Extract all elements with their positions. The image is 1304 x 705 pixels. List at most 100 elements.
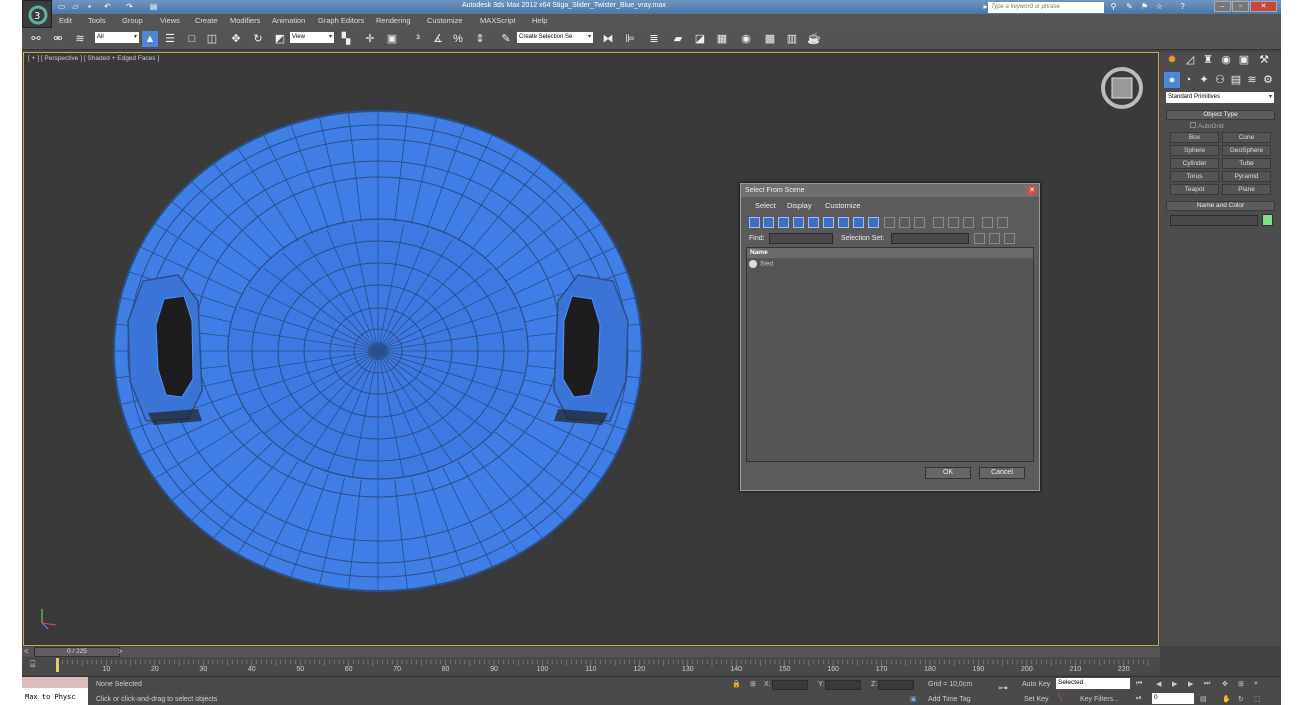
select-scale-icon[interactable]: ◩ — [272, 31, 288, 47]
display-spacewarps-icon[interactable] — [823, 217, 834, 228]
goto-start-icon[interactable]: ⏮ — [1136, 680, 1142, 688]
menu-views[interactable]: Views — [160, 16, 180, 25]
unlink-icon[interactable]: ⚮ — [50, 31, 66, 47]
select-object-icon[interactable]: ▲ — [142, 31, 158, 47]
select-none-icon[interactable] — [948, 217, 959, 228]
helpers-category-icon[interactable]: ▤ — [1228, 72, 1244, 88]
set-key-button[interactable]: Set Key — [1024, 696, 1049, 703]
selection-filter-dropdown[interactable]: All — [95, 32, 139, 43]
z-coordinate-field[interactable] — [878, 680, 914, 690]
display-cameras-icon[interactable] — [793, 217, 804, 228]
select-all-icon[interactable] — [933, 217, 944, 228]
bind-space-warp-icon[interactable]: ≋ — [72, 31, 88, 47]
menu-create[interactable]: Create — [195, 16, 218, 25]
filter-options-icon[interactable] — [997, 217, 1008, 228]
next-frame-icon[interactable]: > — [118, 647, 123, 656]
create-tab-icon[interactable]: ✹ — [1164, 52, 1180, 68]
play-icon[interactable]: ▶ — [1172, 680, 1177, 688]
angle-snap-icon[interactable]: ∡ — [430, 31, 446, 47]
display-xrefs-icon[interactable] — [853, 217, 864, 228]
select-move-icon[interactable]: ✥ — [228, 31, 244, 47]
display-shapes-icon[interactable] — [763, 217, 774, 228]
app-logo-icon[interactable]: 3 — [22, 0, 52, 28]
display-lights-icon[interactable] — [778, 217, 789, 228]
teapot-button[interactable]: Teapot — [1170, 184, 1219, 195]
render-production-icon[interactable]: ☕ — [806, 31, 822, 47]
filter-icon[interactable] — [982, 217, 993, 228]
menu-help[interactable]: Help — [532, 16, 547, 25]
tube-button[interactable]: Tube — [1222, 158, 1271, 169]
zoom-region-icon[interactable]: ⊞ — [1238, 680, 1244, 688]
time-config-icon[interactable]: ▤ — [1200, 695, 1207, 703]
utilities-tab-icon[interactable]: ⚒ — [1256, 52, 1272, 68]
save-selection-set-icon[interactable] — [974, 233, 985, 244]
object-color-swatch[interactable] — [1262, 214, 1273, 226]
menu-customize[interactable]: Customize — [427, 16, 462, 25]
new-file-icon[interactable]: ▭ — [56, 2, 67, 12]
primitive-type-dropdown[interactable]: Standard Primitives — [1166, 92, 1274, 103]
key-mode-icon[interactable]: ⊶ — [998, 683, 1008, 694]
mirror-icon[interactable]: ⧓ — [600, 31, 616, 47]
dialog-menu-display[interactable]: Display — [787, 201, 812, 210]
key-mode-toggle-icon[interactable]: ⏯ — [1136, 695, 1142, 703]
select-by-name-icon[interactable]: ☰ — [162, 31, 178, 47]
named-selection-dropdown[interactable]: Create Selection Se — [517, 32, 593, 43]
key-selection-dropdown[interactable]: Selected — [1056, 678, 1130, 689]
object-name-input[interactable] — [1170, 215, 1258, 226]
binoculars-icon[interactable]: ⚲ — [1108, 2, 1119, 12]
dialog-menu-customize[interactable]: Customize — [825, 201, 860, 210]
maxscript-mini-listener[interactable]: Max to Physc — [22, 688, 88, 705]
maximize-viewport-icon[interactable]: ⬚ — [1254, 695, 1261, 703]
add-time-tag[interactable]: Add Time Tag — [928, 696, 971, 703]
motion-tab-icon[interactable]: ◉ — [1218, 52, 1234, 68]
pivot-center-icon[interactable]: ▚ — [338, 31, 354, 47]
display-helpers-icon[interactable] — [808, 217, 819, 228]
zoom-extents-icon[interactable]: ✥ — [1222, 680, 1228, 688]
rectangular-selection-icon[interactable]: □ — [184, 31, 200, 47]
menu-tools[interactable]: Tools — [88, 16, 106, 25]
field-of-view-icon[interactable]: ⌖ — [1254, 680, 1258, 688]
link-icon[interactable]: ⚯ — [28, 31, 44, 47]
curve-editor-icon[interactable]: ◪ — [692, 31, 708, 47]
select-manipulate-icon[interactable]: ✛ — [362, 31, 378, 47]
communication-icon[interactable]: ⚑ — [1139, 2, 1150, 12]
time-tag-icon[interactable]: ▣ — [910, 695, 917, 703]
material-editor-icon[interactable]: ◉ — [738, 31, 754, 47]
maximize-button[interactable]: ▫ — [1232, 1, 1249, 12]
plane-button[interactable]: Plane — [1222, 184, 1271, 195]
menu-animation[interactable]: Animation — [272, 16, 305, 25]
scene-object-list[interactable]: Name Sled — [746, 247, 1034, 462]
menu-graph-editors[interactable]: Graph Editors — [318, 16, 364, 25]
load-selection-set-icon[interactable] — [989, 233, 1000, 244]
dialog-title[interactable]: Select From Scene — [741, 184, 1039, 197]
align-icon[interactable]: ⊫ — [622, 31, 638, 47]
favorites-icon[interactable]: ☆ — [1154, 2, 1165, 12]
orbit-icon[interactable]: ↻ — [1238, 695, 1244, 703]
ok-button[interactable]: OK — [925, 467, 971, 479]
window-crossing-icon[interactable]: ◫ — [204, 31, 220, 47]
hierarchy-tab-icon[interactable]: ♜ — [1200, 52, 1216, 68]
current-frame-field[interactable]: 0 — [1152, 693, 1194, 704]
project-folder-icon[interactable]: ▤ — [148, 2, 159, 12]
minimize-button[interactable]: – — [1214, 1, 1231, 12]
subscription-icon[interactable]: ✎ — [1124, 2, 1135, 12]
edit-named-selection-icon[interactable]: ✎ — [498, 31, 514, 47]
redo-icon[interactable]: ↷ — [124, 2, 135, 12]
menu-group[interactable]: Group — [122, 16, 143, 25]
invert-display-icon[interactable] — [914, 217, 925, 228]
systems-category-icon[interactable]: ⚙ — [1260, 72, 1276, 88]
spinner-snap-icon[interactable]: ⇕ — [472, 31, 488, 47]
display-none-icon[interactable] — [899, 217, 910, 228]
time-slider[interactable]: < 0 / 225 > — [22, 647, 1160, 657]
set-key-pencil-icon[interactable]: ╲ — [1058, 694, 1062, 702]
menu-edit[interactable]: Edit — [59, 16, 72, 25]
cameras-category-icon[interactable]: ⚇ — [1212, 72, 1228, 88]
prev-frame-icon[interactable]: < — [24, 647, 29, 656]
selection-set-dropdown[interactable] — [891, 233, 969, 244]
open-file-icon[interactable]: ▱ — [70, 2, 81, 12]
search-input[interactable]: Type a keyword or phrase — [988, 2, 1104, 13]
x-coordinate-field[interactable] — [772, 680, 808, 690]
track-bar[interactable]: ⌸ 10 20 30 40 50 60 70 80 90 100 110 120 130 140 150 16… — [22, 657, 1160, 675]
rendered-frame-window-icon[interactable]: ▥ — [784, 31, 800, 47]
modify-tab-icon[interactable]: ◿ — [1182, 52, 1198, 68]
